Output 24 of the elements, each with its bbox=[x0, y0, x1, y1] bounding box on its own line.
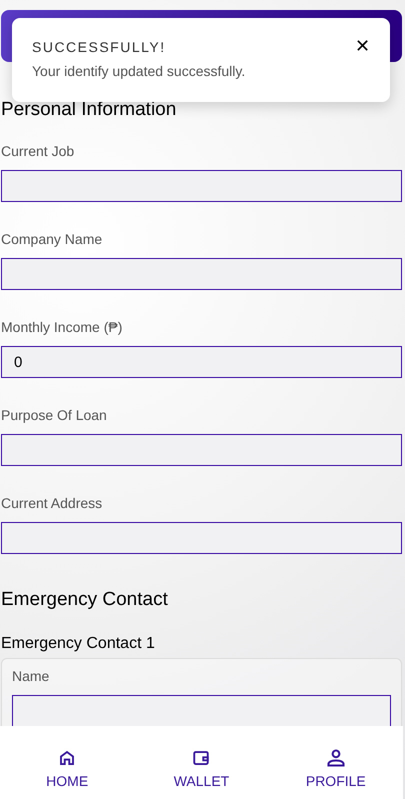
field-label: Current Job bbox=[1, 142, 76, 160]
field-label: Purpose Of Loan bbox=[1, 406, 108, 424]
nav-tab[interactable]: HOME bbox=[0, 726, 134, 790]
field-label: Name bbox=[12, 667, 50, 685]
home-icon bbox=[58, 749, 76, 767]
toast-title: SUCCESSFULLY! bbox=[32, 38, 166, 56]
field-label: Company Name bbox=[1, 230, 104, 248]
field-label: Current Address bbox=[1, 494, 104, 512]
toast-message: Your identify updated successfully. bbox=[32, 62, 246, 80]
input-field[interactable] bbox=[1, 258, 402, 290]
wallet-icon bbox=[192, 749, 210, 767]
nav-tab[interactable]: PROFILE bbox=[268, 726, 403, 790]
field-label: Monthly Income (₱) bbox=[1, 318, 124, 336]
input-field[interactable] bbox=[1, 434, 402, 466]
close-button[interactable]: ✕ bbox=[355, 37, 370, 55]
section-heading: Emergency Contact bbox=[1, 588, 169, 612]
person-icon bbox=[326, 748, 346, 768]
contact-heading: Emergency Contact 1 bbox=[1, 634, 156, 654]
input-field[interactable] bbox=[1, 522, 402, 554]
input-field[interactable]: 0 bbox=[1, 346, 402, 378]
section-heading: Personal Information bbox=[1, 98, 178, 122]
nav-tab[interactable]: WALLET bbox=[134, 726, 269, 790]
input-field[interactable] bbox=[12, 695, 391, 727]
input-field[interactable] bbox=[1, 170, 402, 202]
